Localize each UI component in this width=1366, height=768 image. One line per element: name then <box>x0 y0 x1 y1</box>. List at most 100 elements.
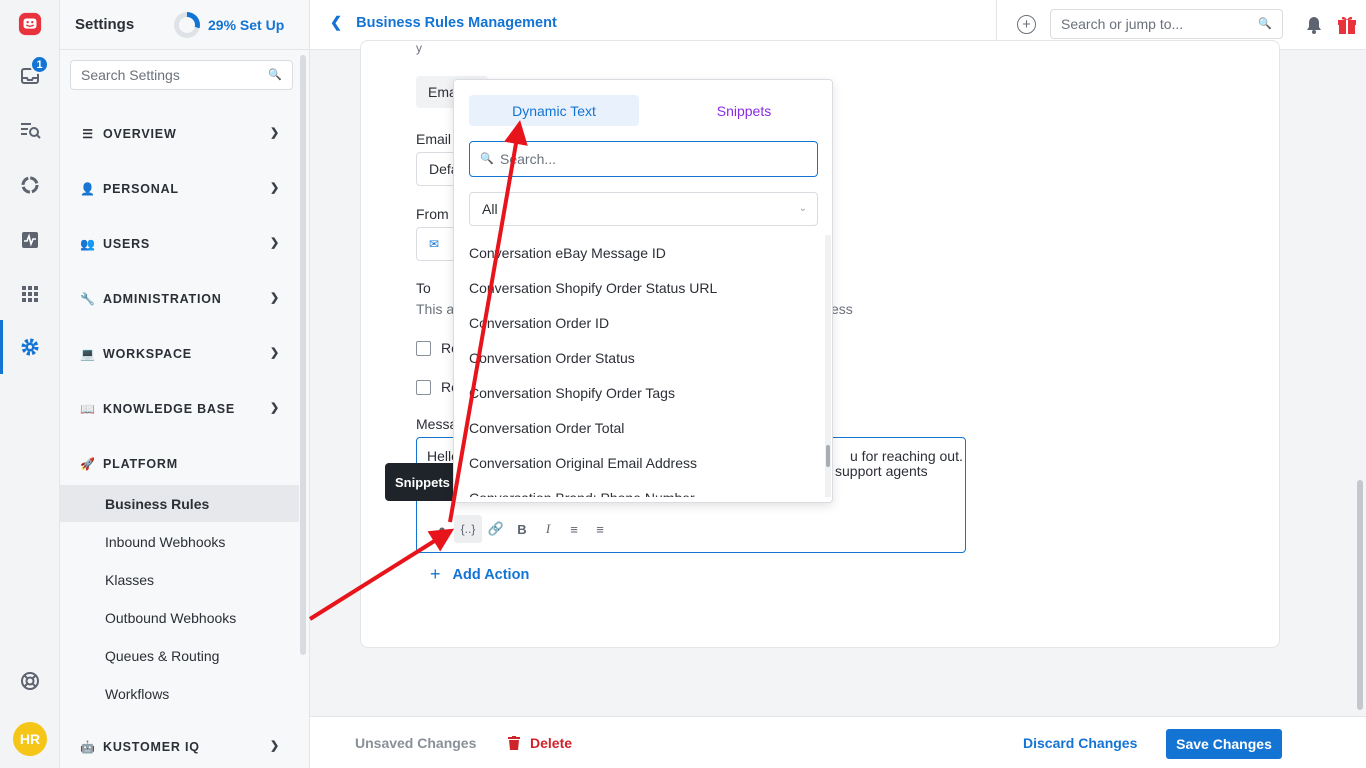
delete-label: Delete <box>530 735 573 751</box>
popover-scrollbar[interactable] <box>826 445 830 467</box>
rocket-icon: 🚀 <box>80 457 96 471</box>
add-action-button[interactable]: + Add Action <box>430 564 529 585</box>
app-rail: 1 HR <box>0 0 60 768</box>
chevron-down-icon: ❯ <box>269 237 280 249</box>
search-icon: 🔍 <box>480 153 494 165</box>
back-chevron-icon[interactable]: ❮ <box>330 15 342 31</box>
person-icon: 👤 <box>80 182 96 196</box>
sidebar-item-inbound-webhooks[interactable]: Inbound Webhooks <box>60 523 299 560</box>
robot-icon: 🤖 <box>80 740 96 754</box>
dynamic-text-popover: Dynamic Text Snippets 🔍 Search... All ⌄ … <box>453 79 833 503</box>
section-overview-label: OVERVIEW <box>103 127 177 141</box>
chevron-down-icon: ❯ <box>269 740 280 752</box>
message-line2-end: support agents <box>835 463 928 479</box>
section-workspace-label: WORKSPACE <box>103 347 192 361</box>
jump-search-input[interactable]: Search or jump to... 🔍 <box>1050 9 1283 39</box>
bold-icon[interactable]: B <box>511 518 533 540</box>
add-action-label: Add Action <box>452 566 530 583</box>
list-item[interactable]: Conversation Shopify Order Status URL <box>454 270 824 305</box>
email-label: Email <box>416 131 452 147</box>
jump-search-placeholder: Search or jump to... <box>1061 16 1184 32</box>
section-personal[interactable]: 👤 PERSONAL ❯ <box>80 179 280 199</box>
list-item[interactable]: Conversation Shopify Order Tags <box>454 375 824 410</box>
sidebar-item-business-rules[interactable]: Business Rules <box>60 485 299 522</box>
apps-grid-icon[interactable] <box>18 282 42 306</box>
link-icon[interactable]: 🔗 <box>485 518 507 540</box>
activity-icon[interactable] <box>18 228 42 252</box>
section-administration[interactable]: 🔧 ADMINISTRATION ❯ <box>80 289 280 309</box>
tab-dynamic-text[interactable]: Dynamic Text <box>469 95 639 126</box>
bullet-list-icon[interactable]: ≡ <box>589 518 611 540</box>
emoji-icon[interactable]: ● <box>431 518 453 540</box>
section-users-label: USERS <box>103 237 151 251</box>
search-list-icon[interactable] <box>18 118 42 142</box>
section-users[interactable]: 👥 USERS ❯ <box>80 234 280 254</box>
footer-bar: Unsaved Changes Delete Discard Changes S… <box>310 716 1366 768</box>
dynamic-text-list: Conversation eBay Message ID Conversatio… <box>454 235 824 498</box>
to-help-text: This a <box>416 301 455 317</box>
reply-checkbox-2[interactable] <box>416 380 431 395</box>
sidebar-item-outbound-webhooks[interactable]: Outbound Webhooks <box>60 599 299 636</box>
search-icon: 🔍 <box>268 69 282 81</box>
laptop-icon: 💻 <box>80 347 96 361</box>
setup-progress-ring <box>174 12 200 38</box>
gift-icon[interactable] <box>1337 13 1357 38</box>
from-label: From <box>416 206 449 222</box>
section-knowledge-base-label: KNOWLEDGE BASE <box>103 402 236 416</box>
section-platform-label: PLATFORM <box>103 457 178 471</box>
sidebar-scrollbar[interactable] <box>300 55 306 655</box>
kustomer-logo-icon[interactable] <box>18 12 42 36</box>
unsaved-changes-status: Unsaved Changes <box>355 735 477 751</box>
section-workspace[interactable]: 💻 WORKSPACE ❯ <box>80 344 280 364</box>
popover-filter-select[interactable]: All ⌄ <box>469 192 818 226</box>
section-kustomer-iq-label: KUSTOMER IQ <box>103 740 200 754</box>
sidebar-item-queues-routing[interactable]: Queues & Routing <box>60 637 299 674</box>
sidebar-item-workflows[interactable]: Workflows <box>60 675 299 712</box>
section-platform[interactable]: 🚀 PLATFORM <box>80 454 280 474</box>
settings-gear-icon[interactable] <box>18 335 42 359</box>
snippets-dynamic-text-button[interactable]: {..} <box>454 515 482 543</box>
settings-search-placeholder: Search Settings <box>81 67 180 83</box>
breadcrumb-title: Business Rules Management <box>356 15 557 31</box>
section-knowledge-base[interactable]: 📖 KNOWLEDGE BASE ❯ <box>80 399 280 419</box>
notifications-bell-icon[interactable] <box>1306 16 1322 37</box>
help-lifebuoy-icon[interactable] <box>18 669 42 693</box>
list-item[interactable]: Conversation Original Email Address <box>454 445 824 480</box>
breadcrumb[interactable]: ❮ Business Rules Management <box>330 15 557 31</box>
chevron-down-icon: ❯ <box>269 182 280 194</box>
user-avatar[interactable]: HR <box>13 722 47 756</box>
message-label: Messa <box>416 416 458 432</box>
chevron-down-icon: ❯ <box>269 292 280 304</box>
save-changes-button[interactable]: Save Changes <box>1166 729 1282 759</box>
main-scrollbar[interactable] <box>1357 480 1363 710</box>
settings-search-input[interactable]: Search Settings 🔍 <box>70 60 293 90</box>
active-indicator <box>0 320 3 374</box>
create-plus-icon[interactable]: + <box>1017 15 1036 34</box>
ordered-list-icon[interactable]: ≡ <box>563 518 585 540</box>
setup-progress[interactable]: 29% Set Up <box>174 12 284 38</box>
users-icon: 👥 <box>80 237 96 251</box>
settings-sidebar: Settings 29% Set Up Search Settings 🔍 ☰ … <box>60 0 310 768</box>
section-overview[interactable]: ☰ OVERVIEW ❯ <box>80 124 280 144</box>
sidebar-item-klasses[interactable]: Klasses <box>60 561 299 598</box>
book-icon: 📖 <box>80 402 96 416</box>
search-icon: 🔍 <box>1258 18 1272 30</box>
wrench-icon: 🔧 <box>80 292 96 306</box>
section-kustomer-iq[interactable]: 🤖 KUSTOMER IQ ❯ <box>80 737 280 757</box>
list-item[interactable]: Conversation Order ID <box>454 305 824 340</box>
inbox-count-badge: 1 <box>30 55 49 74</box>
setup-progress-label: 29% Set Up <box>208 17 285 33</box>
popover-search-input[interactable]: 🔍 Search... <box>469 141 818 177</box>
italic-icon[interactable]: I <box>537 518 559 540</box>
list-item[interactable]: Conversation Brand: Phone Number <box>454 480 824 498</box>
reply-checkbox-1[interactable] <box>416 341 431 356</box>
reports-icon[interactable] <box>18 173 42 197</box>
envelope-icon: ✉ <box>429 237 440 251</box>
list-item[interactable]: Conversation eBay Message ID <box>454 235 824 270</box>
list-item[interactable]: Conversation Order Status <box>454 340 824 375</box>
discard-changes-button[interactable]: Discard Changes <box>1023 735 1137 751</box>
delete-button[interactable]: Delete <box>508 735 572 751</box>
to-help-text-tail: ess <box>831 301 853 317</box>
tab-snippets[interactable]: Snippets <box>659 95 829 126</box>
list-item[interactable]: Conversation Order Total <box>454 410 824 445</box>
